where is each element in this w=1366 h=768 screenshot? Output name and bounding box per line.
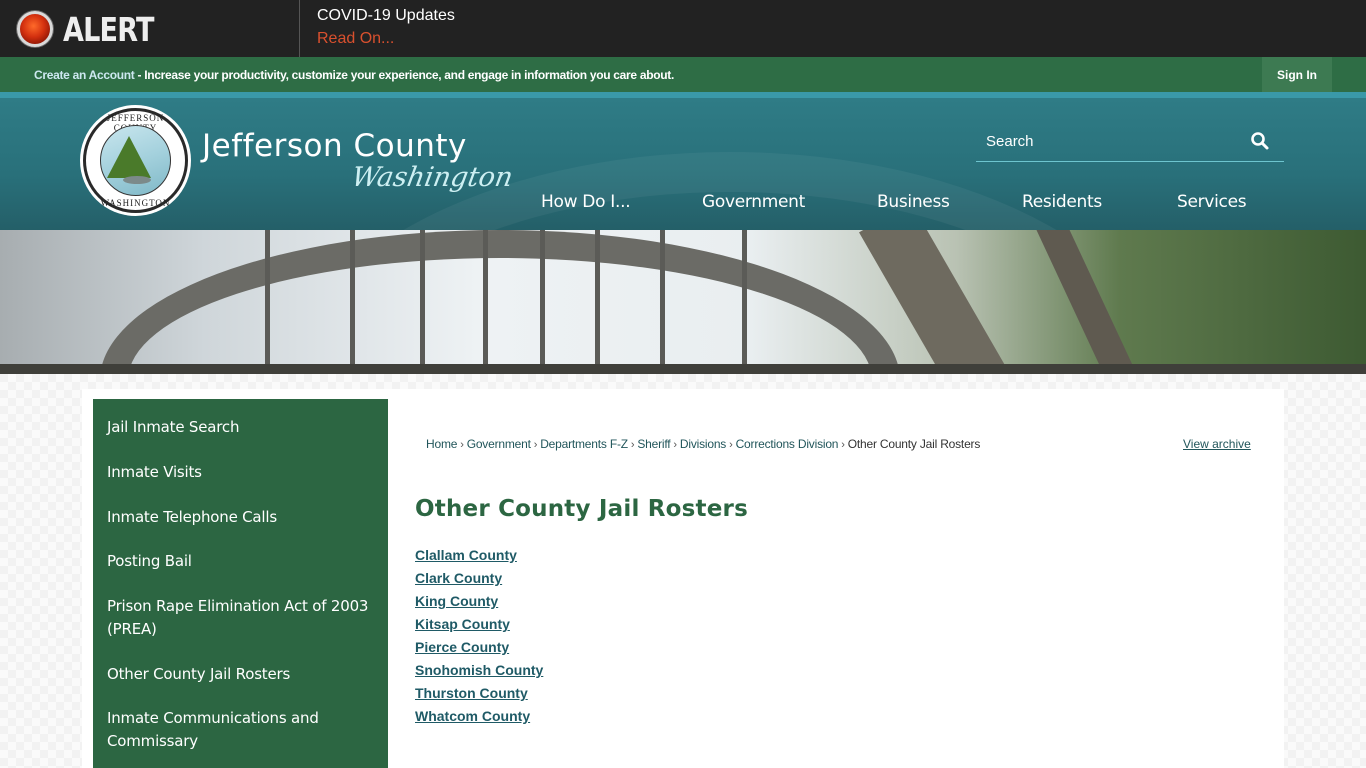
bridge-post [742,230,747,374]
breadcrumb-separator: › [729,439,733,451]
county-roster-list: Clallam County Clark County King County … [415,547,543,731]
nav-residents[interactable]: Residents [1022,192,1102,212]
bridge-post [350,230,355,374]
list-item: Clallam County [415,547,543,570]
alert-label: ALERT [63,10,154,49]
breadcrumb-government[interactable]: Government [467,437,531,451]
create-account-link[interactable]: Create an Account [34,68,135,82]
county-link-snohomish[interactable]: Snohomish County [415,662,543,678]
seal-emblem [100,125,171,196]
county-link-king[interactable]: King County [415,593,498,609]
list-item: Snohomish County [415,662,543,685]
hero-banner-image [0,230,1366,374]
county-link-clallam[interactable]: Clallam County [415,547,517,563]
search-input[interactable] [976,122,1236,160]
nav-services[interactable]: Services [1177,192,1247,212]
list-item: Clark County [415,570,543,593]
breadcrumb-separator: › [673,439,677,451]
main-nav: How Do I... Government Business Resident… [0,192,1366,222]
bridge-post [420,230,425,374]
sidebar-item-inmate-communications[interactable]: Inmate Communications and Commissary [107,707,377,753]
view-archive-link[interactable]: View archive [1183,437,1251,451]
fish-icon [123,176,151,184]
breadcrumb-separator: › [533,439,538,451]
account-bar: Create an Account - Increase your produc… [0,57,1366,92]
breadcrumb-home[interactable]: Home [426,437,457,451]
list-item: King County [415,593,543,616]
county-link-thurston[interactable]: Thurston County [415,685,528,701]
tree-icon [107,136,151,178]
alert-icon [17,11,53,47]
alert-badge: ALERT [0,0,300,57]
breadcrumb-departments-f-z[interactable]: Departments F-Z [540,437,628,451]
bridge-post [540,230,545,374]
sidebar-item-other-county-jail-rosters[interactable]: Other County Jail Rosters [107,663,377,686]
breadcrumb-current: Other County Jail Rosters [847,437,981,451]
nav-how-do-i[interactable]: How Do I... [541,192,631,212]
list-item: Thurston County [415,685,543,708]
page-title: Other County Jail Rosters [415,496,748,522]
bridge-post [483,230,488,374]
search-box [976,122,1284,162]
sidebar-item-inmate-telephone-calls[interactable]: Inmate Telephone Calls [107,506,377,529]
nav-business[interactable]: Business [877,192,950,212]
breadcrumb-divisions[interactable]: Divisions [680,437,726,451]
account-message: Create an Account - Increase your produc… [34,68,674,82]
nav-government[interactable]: Government [702,192,805,212]
breadcrumb: Home › Government › Departments F-Z › Sheriff ›… [426,437,980,451]
alert-bar: ALERT COVID-19 Updates Read On... [0,0,1366,57]
county-link-kitsap[interactable]: Kitsap County [415,616,510,632]
list-item: Whatcom County [415,708,543,731]
bridge-post [265,230,270,374]
site-header: JEFFERSON COUNTY WASHINGTON Jefferson Co… [0,92,1366,230]
sidebar-item-posting-bail[interactable]: Posting Bail [107,550,377,573]
breadcrumb-separator: › [460,439,464,451]
breadcrumb-sheriff[interactable]: Sheriff [637,437,670,451]
tree-trunk [1030,230,1160,374]
bridge-arch [100,230,900,374]
sign-in-button[interactable]: Sign In [1262,57,1332,92]
site-subtitle: Washington [349,162,516,193]
sidebar-item-jail-inmate-search[interactable]: Jail Inmate Search [107,416,377,439]
county-link-clark[interactable]: Clark County [415,570,502,586]
site-title[interactable]: Jefferson County [202,128,467,164]
bridge-post [660,230,665,374]
county-link-whatcom[interactable]: Whatcom County [415,708,530,724]
list-item: Pierce County [415,639,543,662]
bridge-post [595,230,600,374]
alert-read-on-link[interactable]: Read On... [317,30,394,48]
alert-title: COVID-19 Updates [317,7,455,24]
county-link-pierce[interactable]: Pierce County [415,639,509,655]
sidebar-nav: Jail Inmate Search Inmate Visits Inmate … [93,399,388,768]
list-item: Kitsap County [415,616,543,639]
sidebar-item-inmate-visits[interactable]: Inmate Visits [107,461,377,484]
account-message-text: - Increase your productivity, customize … [134,68,675,82]
breadcrumb-separator: › [841,439,845,451]
breadcrumb-corrections-division[interactable]: Corrections Division [736,437,839,451]
search-icon[interactable] [1250,131,1270,151]
sidebar-item-prea[interactable]: Prison Rape Elimination Act of 2003 (PRE… [107,595,377,641]
bridge-deck [0,364,1366,374]
breadcrumb-separator: › [630,439,635,451]
